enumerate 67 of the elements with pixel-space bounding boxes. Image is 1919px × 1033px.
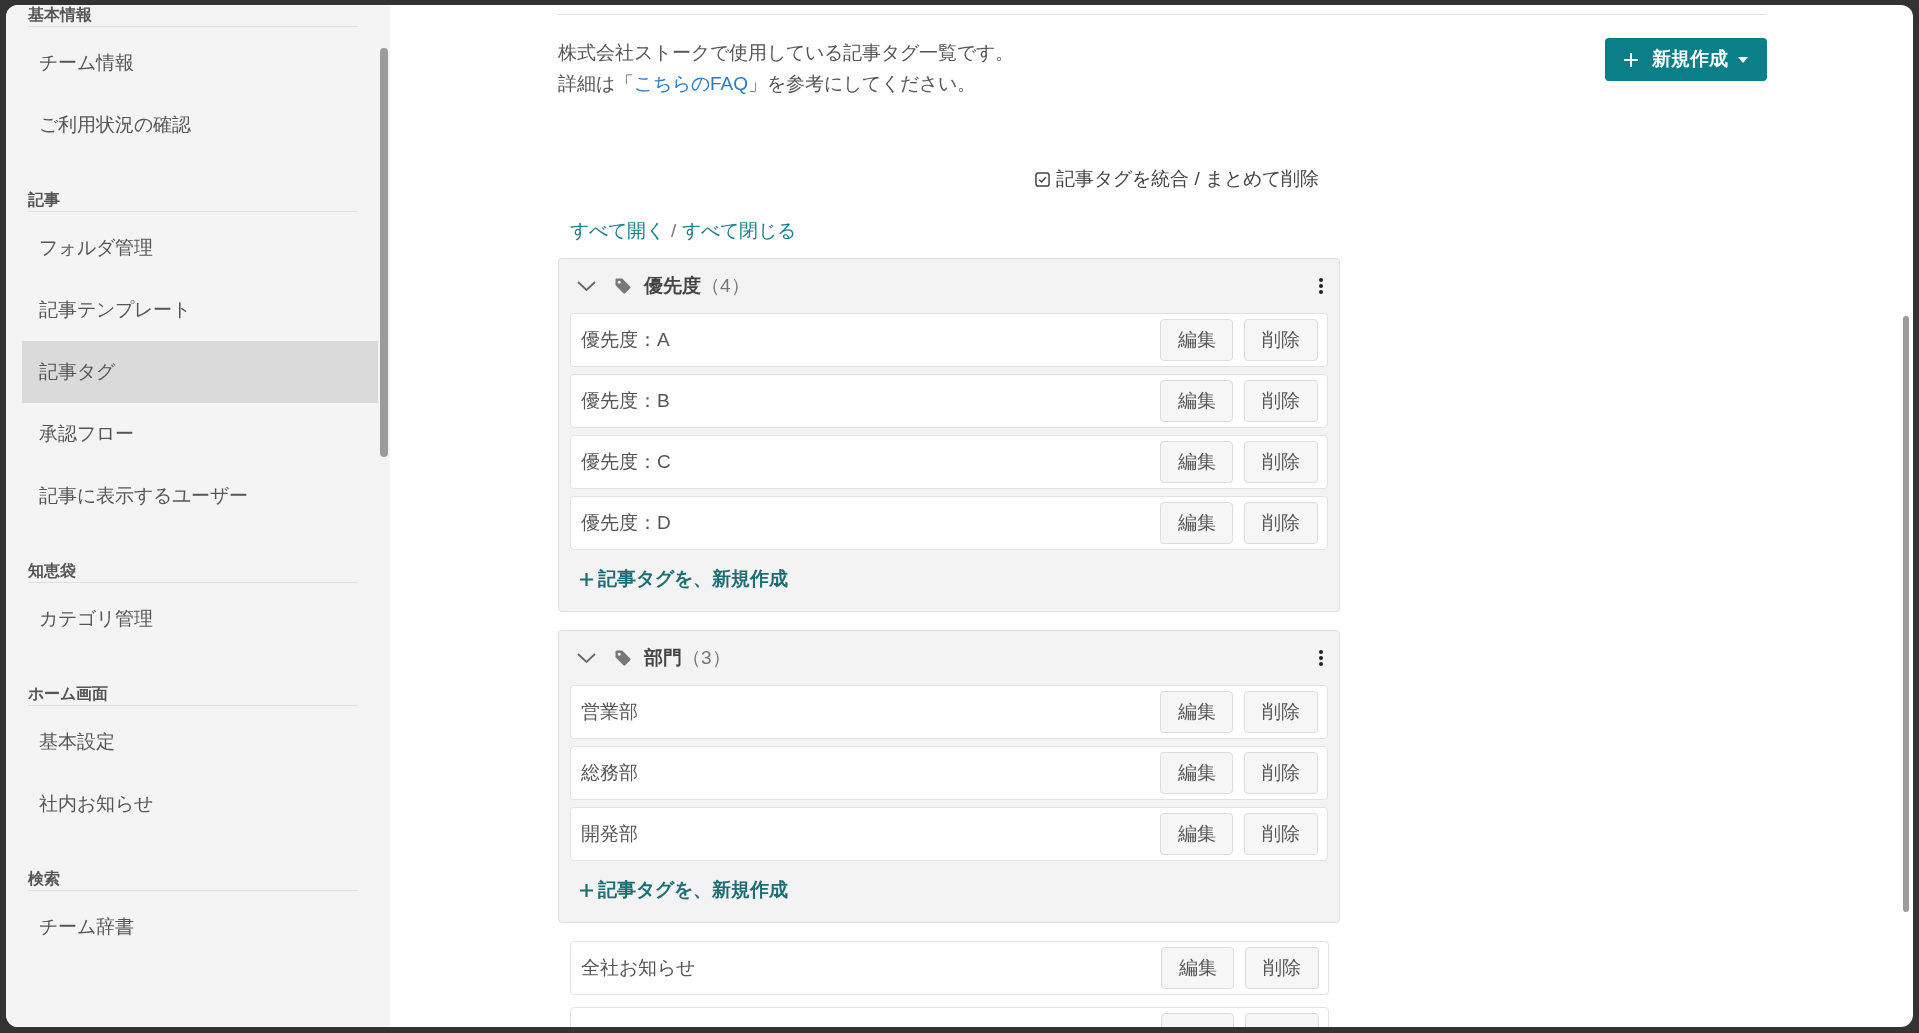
- edit-button[interactable]: 編集: [1160, 441, 1233, 483]
- edit-button[interactable]: 編集: [1160, 380, 1233, 422]
- checkbox-check-icon: [1035, 171, 1051, 187]
- delete-button[interactable]: 削除: [1245, 947, 1319, 989]
- link-separator: /: [671, 218, 677, 243]
- plus-icon: [580, 572, 593, 586]
- sidebar-section-heading: 記事: [28, 190, 61, 209]
- add-tag-link[interactable]: 記事タグを、新規作成: [580, 875, 788, 905]
- sidebar-item[interactable]: チーム情報: [22, 32, 378, 94]
- plus-icon: [1624, 52, 1638, 67]
- collapse-all-link[interactable]: すべて閉じる: [682, 216, 797, 246]
- tag-name: 全社お知らせ: [581, 955, 695, 980]
- add-tag-link[interactable]: 記事タグを、新規作成: [580, 564, 788, 594]
- sidebar-item[interactable]: 記事テンプレート: [22, 279, 378, 341]
- tag-icon: [614, 649, 632, 667]
- tag-name: 営業部: [581, 699, 638, 724]
- edit-button[interactable]: 編集: [1160, 691, 1233, 733]
- tag-group-count: （3）: [682, 645, 731, 670]
- sidebar-item[interactable]: 社内お知らせ: [22, 773, 378, 835]
- delete-button[interactable]: 削除: [1244, 502, 1318, 544]
- merge-button[interactable]: 記事タグを統合 / まとめて削除: [1035, 167, 1319, 191]
- tag-group-title: 優先度: [644, 273, 701, 298]
- tag-name: 優先度：A: [581, 327, 670, 352]
- sidebar-item[interactable]: 記事に表示するユーザー: [22, 465, 378, 527]
- chevron-down-icon[interactable]: [577, 281, 596, 291]
- delete-button[interactable]: 削除: [1244, 441, 1318, 483]
- tag-group-count: （4）: [701, 273, 750, 298]
- tag-name: 開発部: [581, 821, 638, 846]
- edit-button[interactable]: 編集: [1160, 813, 1233, 855]
- sidebar-item[interactable]: 基本設定: [22, 711, 378, 773]
- sidebar-item[interactable]: フォルダ管理: [22, 217, 378, 279]
- tag-name: 優先度：B: [581, 388, 670, 413]
- edit-button[interactable]: 編集: [1160, 319, 1233, 361]
- scrollbar-thumb[interactable]: [380, 48, 388, 457]
- tag-group-title: 部門: [644, 645, 682, 670]
- sidebar-item[interactable]: 承認フロー: [22, 403, 378, 465]
- tag-name: 優先度：C: [581, 449, 671, 474]
- edit-button[interactable]: 編集: [1160, 502, 1233, 544]
- sidebar-section-heading: 知恵袋: [28, 561, 77, 580]
- new-button[interactable]: 新規作成: [1605, 38, 1767, 81]
- sidebar-section-heading: ホーム画面: [28, 684, 109, 703]
- delete-button[interactable]: 削除: [1244, 752, 1318, 794]
- expand-all-link[interactable]: すべて開く: [570, 216, 665, 246]
- sidebar-item[interactable]: チーム辞書: [22, 896, 378, 958]
- faq-link[interactable]: こちらのFAQ: [634, 73, 748, 94]
- kebab-menu-icon[interactable]: [1319, 278, 1323, 294]
- sidebar-item[interactable]: 記事タグ: [22, 341, 378, 403]
- caret-down-icon: [1738, 56, 1748, 63]
- delete-button[interactable]: 削除: [1244, 380, 1318, 422]
- sidebar-item[interactable]: ご利用状況の確認: [22, 94, 378, 156]
- edit-button[interactable]: 編集: [1160, 752, 1233, 794]
- tag-icon: [614, 277, 632, 295]
- chevron-down-icon[interactable]: [577, 653, 596, 663]
- sidebar-section-heading: 基本情報: [28, 5, 93, 24]
- description-text: 詳細は「こちらのFAQ」を参考にしてください。: [558, 72, 977, 96]
- tag-name: 優先度：D: [581, 510, 671, 535]
- scrollbar-thumb[interactable]: [1903, 316, 1909, 912]
- delete-button[interactable]: 削除: [1244, 319, 1318, 361]
- plus-icon: [580, 883, 593, 897]
- kebab-menu-icon[interactable]: [1319, 650, 1323, 666]
- delete-button[interactable]: 削除: [1244, 813, 1318, 855]
- delete-button[interactable]: 削除: [1244, 691, 1318, 733]
- sidebar-item[interactable]: カテゴリ管理: [22, 588, 378, 650]
- sidebar-section-heading: 検索: [28, 869, 61, 888]
- description-text: 株式会社ストークで使用している記事タグ一覧です。: [558, 41, 1014, 65]
- tag-name: 総務部: [581, 760, 638, 785]
- edit-button[interactable]: 編集: [1161, 947, 1234, 989]
